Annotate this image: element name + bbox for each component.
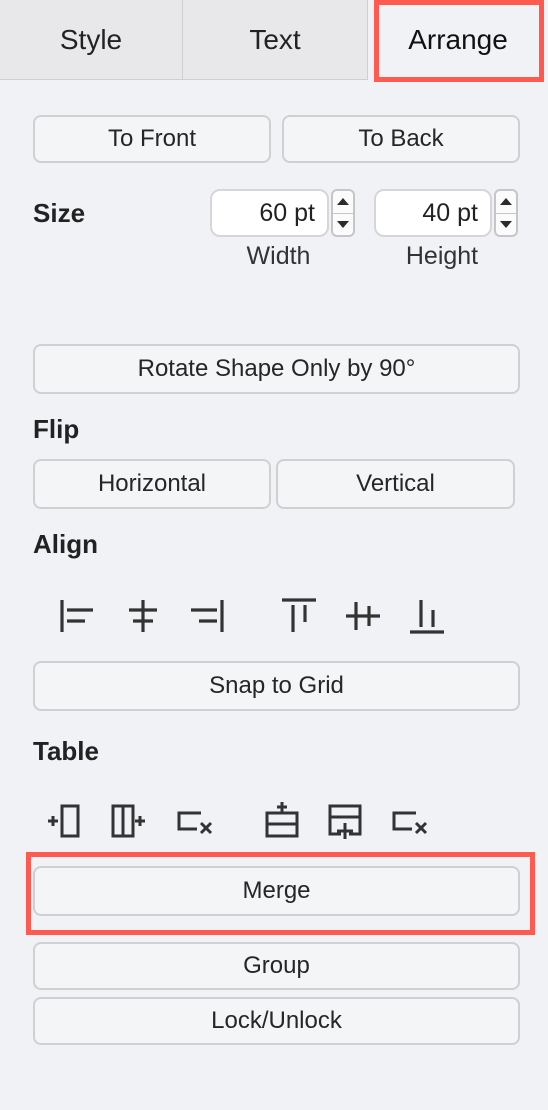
width-label: Width	[246, 242, 311, 270]
chevron-down-icon[interactable]	[333, 212, 353, 236]
size-label: Size	[33, 198, 86, 228]
width-input[interactable]: 60 pt	[210, 189, 329, 237]
align-left-icon[interactable]	[57, 596, 97, 636]
tab-style[interactable]: Style	[0, 0, 183, 80]
chevron-up-icon[interactable]	[333, 191, 353, 213]
height-input[interactable]: 40 pt	[374, 189, 492, 237]
format-tabs: Style Text Arrange	[0, 0, 548, 82]
align-top-icon[interactable]	[279, 596, 319, 636]
delete-column-icon[interactable]	[175, 801, 215, 841]
table-label: Table	[33, 736, 99, 766]
insert-row-before-icon[interactable]	[262, 801, 302, 841]
align-bottom-icon[interactable]	[407, 596, 447, 636]
delete-row-icon[interactable]	[390, 801, 430, 841]
chevron-up-icon[interactable]	[496, 191, 516, 213]
flip-label: Flip	[33, 414, 80, 444]
lock-unlock-button[interactable]: Lock/Unlock	[33, 997, 520, 1045]
align-label: Align	[33, 529, 98, 559]
width-stepper[interactable]	[331, 189, 355, 237]
align-middle-icon[interactable]	[343, 596, 383, 636]
flip-vertical-button[interactable]: Vertical	[276, 459, 515, 509]
chevron-down-icon[interactable]	[496, 212, 516, 236]
flip-horizontal-button[interactable]: Horizontal	[33, 459, 271, 509]
align-right-icon[interactable]	[187, 596, 227, 636]
insert-column-before-icon[interactable]	[45, 801, 85, 841]
insert-row-after-icon[interactable]	[325, 801, 365, 841]
merge-button[interactable]: Merge	[33, 866, 520, 916]
snap-to-grid-button[interactable]: Snap to Grid	[33, 661, 520, 711]
group-button[interactable]: Group	[33, 942, 520, 990]
to-back-button[interactable]: To Back	[282, 115, 520, 163]
to-front-button[interactable]: To Front	[33, 115, 271, 163]
insert-column-after-icon[interactable]	[108, 801, 148, 841]
height-label: Height	[405, 242, 479, 270]
tab-text[interactable]: Text	[183, 0, 368, 80]
height-stepper[interactable]	[494, 189, 518, 237]
align-center-icon[interactable]	[123, 596, 163, 636]
tab-arrange[interactable]: Arrange	[368, 0, 548, 80]
rotate-shape-button[interactable]: Rotate Shape Only by 90°	[33, 344, 520, 394]
